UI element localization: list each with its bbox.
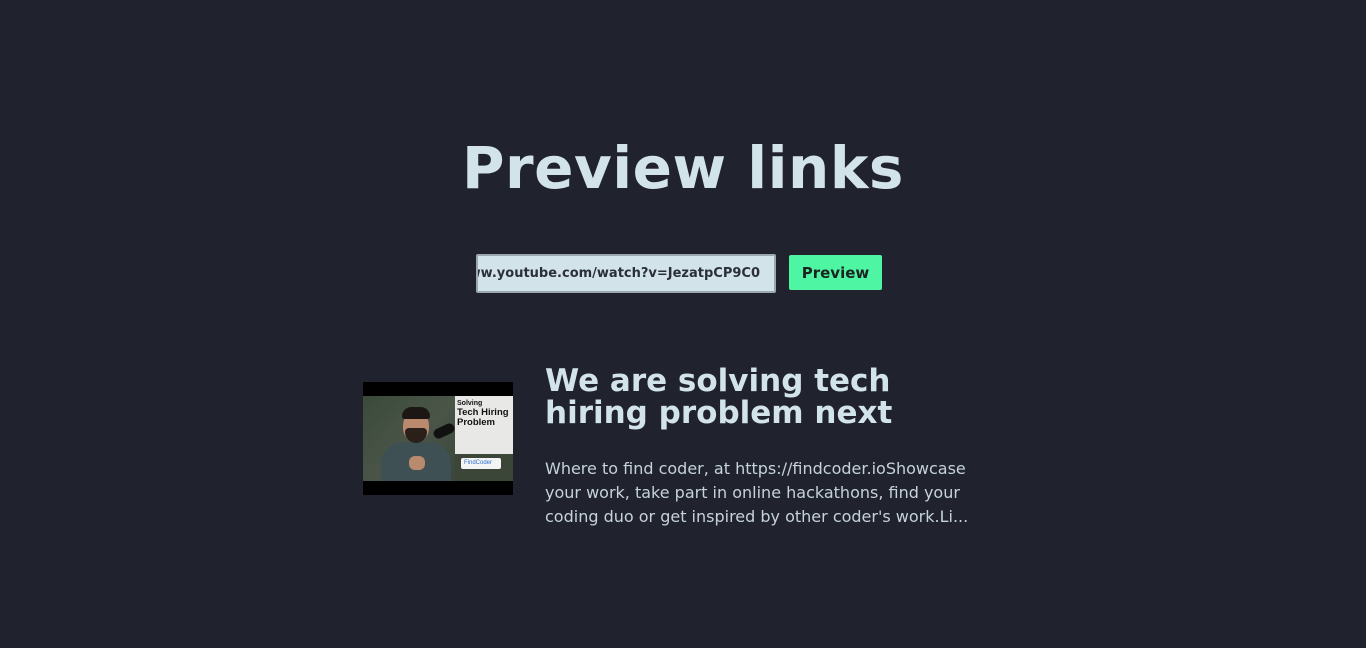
- thumbnail-person-hand: [409, 456, 425, 470]
- thumbnail-caption-line3: Problem: [457, 417, 496, 428]
- url-input-value: www.youtube.com/watch?v=JezatpCP9C0: [476, 266, 760, 281]
- page-title: Preview links: [462, 134, 904, 202]
- preview-description: Where to find coder, at https://findcode…: [545, 459, 969, 526]
- preview-title[interactable]: We are solving tech hiring problem next: [545, 365, 995, 429]
- link-preview-card: Solving Tech Hiring Problem FindCoder We…: [363, 365, 1003, 529]
- thumbnail-caption: Solving Tech Hiring Problem: [455, 396, 513, 454]
- url-form: www.youtube.com/watch?v=JezatpCP9C0 Prev…: [476, 254, 882, 293]
- url-input[interactable]: www.youtube.com/watch?v=JezatpCP9C0: [476, 254, 776, 293]
- microphone-icon: [431, 421, 457, 441]
- preview-text: We are solving tech hiring problem next …: [545, 365, 995, 529]
- thumbnail-person-hair: [402, 407, 430, 419]
- preview-button[interactable]: Preview: [789, 255, 882, 290]
- thumbnail-person-beard: [405, 428, 427, 443]
- findcoder-logo: FindCoder: [461, 458, 501, 469]
- video-thumbnail[interactable]: Solving Tech Hiring Problem FindCoder: [363, 382, 513, 495]
